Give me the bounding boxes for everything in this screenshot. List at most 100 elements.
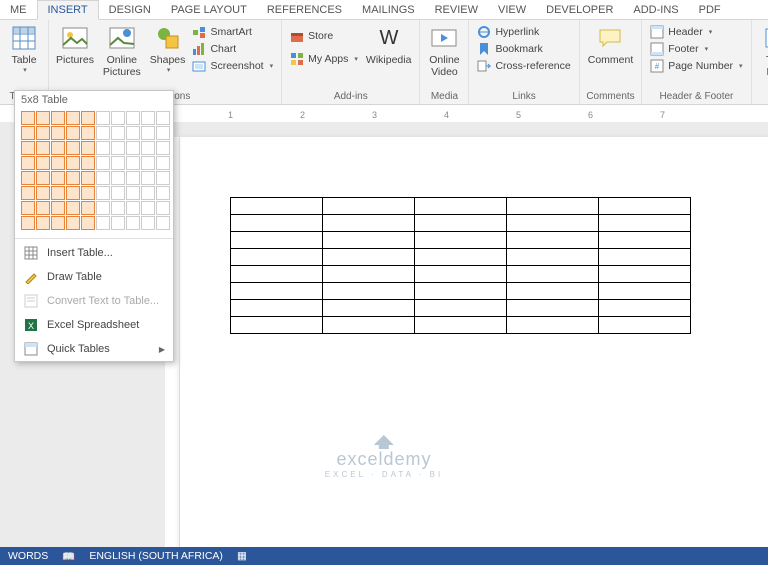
grid-cell[interactable]	[81, 186, 95, 200]
grid-cell[interactable]	[156, 186, 170, 200]
table-grid-selector[interactable]	[15, 109, 173, 236]
header-button[interactable]: Header	[646, 24, 746, 40]
word-count[interactable]: WORDS	[8, 550, 48, 562]
grid-cell[interactable]	[51, 111, 65, 125]
table-cell[interactable]	[415, 300, 507, 317]
grid-cell[interactable]	[36, 156, 50, 170]
table-cell[interactable]	[323, 249, 415, 266]
document-page[interactable]	[180, 137, 768, 547]
grid-cell[interactable]	[111, 201, 125, 215]
grid-cell[interactable]	[141, 126, 155, 140]
table-cell[interactable]	[599, 283, 691, 300]
tab-review[interactable]: REVIEW	[425, 1, 488, 19]
table-cell[interactable]	[231, 232, 323, 249]
table-cell[interactable]	[415, 317, 507, 334]
hyperlink-button[interactable]: Hyperlink	[473, 24, 574, 40]
tab-me[interactable]: ME	[0, 1, 37, 19]
table-cell[interactable]	[323, 283, 415, 300]
table-row[interactable]	[231, 198, 691, 215]
spell-check[interactable]: 📖	[62, 550, 75, 563]
quick-tables-menu[interactable]: Quick Tables▶	[15, 337, 173, 361]
table-cell[interactable]	[231, 215, 323, 232]
grid-cell[interactable]	[21, 126, 35, 140]
grid-cell[interactable]	[96, 141, 110, 155]
grid-cell[interactable]	[66, 141, 80, 155]
tab-design[interactable]: DESIGN	[99, 1, 161, 19]
grid-cell[interactable]	[141, 111, 155, 125]
grid-cell[interactable]	[96, 156, 110, 170]
table-cell[interactable]	[323, 266, 415, 283]
grid-cell[interactable]	[156, 156, 170, 170]
cross-reference-button[interactable]: Cross-reference	[473, 58, 574, 74]
grid-cell[interactable]	[156, 216, 170, 230]
insert-table-menu[interactable]: Insert Table...	[15, 241, 173, 265]
grid-cell[interactable]	[36, 201, 50, 215]
table-row[interactable]	[231, 249, 691, 266]
grid-cell[interactable]	[36, 186, 50, 200]
grid-cell[interactable]	[111, 216, 125, 230]
table-cell[interactable]	[507, 232, 599, 249]
table-row[interactable]	[231, 283, 691, 300]
grid-cell[interactable]	[141, 216, 155, 230]
table-cell[interactable]	[415, 232, 507, 249]
draw-table-menu[interactable]: Draw Table	[15, 265, 173, 289]
screenshot-button[interactable]: Screenshot	[188, 58, 277, 74]
grid-cell[interactable]	[156, 126, 170, 140]
grid-cell[interactable]	[51, 156, 65, 170]
grid-cell[interactable]	[141, 201, 155, 215]
table-cell[interactable]	[599, 300, 691, 317]
grid-cell[interactable]	[126, 126, 140, 140]
grid-cell[interactable]	[51, 201, 65, 215]
grid-cell[interactable]	[81, 156, 95, 170]
grid-cell[interactable]	[21, 141, 35, 155]
tab-view[interactable]: VIEW	[488, 1, 536, 19]
grid-cell[interactable]	[96, 186, 110, 200]
table-cell[interactable]	[599, 317, 691, 334]
table-cell[interactable]	[231, 198, 323, 215]
table-cell[interactable]	[599, 232, 691, 249]
grid-cell[interactable]	[111, 141, 125, 155]
chart-button[interactable]: Chart	[188, 41, 277, 57]
table-row[interactable]	[231, 215, 691, 232]
grid-cell[interactable]	[156, 201, 170, 215]
grid-cell[interactable]	[141, 171, 155, 185]
grid-cell[interactable]	[141, 156, 155, 170]
table-cell[interactable]	[599, 266, 691, 283]
grid-cell[interactable]	[141, 141, 155, 155]
grid-cell[interactable]	[126, 186, 140, 200]
grid-cell[interactable]	[36, 141, 50, 155]
grid-cell[interactable]	[21, 186, 35, 200]
text-box-button[interactable]: A Text Box	[756, 22, 768, 88]
table-cell[interactable]	[231, 317, 323, 334]
smartart-button[interactable]: SmartArt	[188, 24, 277, 40]
grid-cell[interactable]	[51, 186, 65, 200]
excel-spreadsheet-menu[interactable]: XExcel Spreadsheet	[15, 313, 173, 337]
document-table[interactable]	[230, 197, 691, 334]
grid-cell[interactable]	[96, 111, 110, 125]
table-cell[interactable]	[507, 215, 599, 232]
grid-cell[interactable]	[156, 141, 170, 155]
grid-cell[interactable]	[126, 111, 140, 125]
grid-cell[interactable]	[111, 171, 125, 185]
table-cell[interactable]	[231, 283, 323, 300]
grid-cell[interactable]	[36, 171, 50, 185]
grid-cell[interactable]	[66, 111, 80, 125]
grid-cell[interactable]	[66, 156, 80, 170]
table-cell[interactable]	[231, 300, 323, 317]
table-row[interactable]	[231, 317, 691, 334]
page-number-button[interactable]: #Page Number	[646, 58, 746, 74]
table-cell[interactable]	[415, 266, 507, 283]
tab-insert[interactable]: INSERT	[37, 0, 99, 20]
bookmark-button[interactable]: Bookmark	[473, 41, 574, 57]
grid-cell[interactable]	[51, 141, 65, 155]
grid-cell[interactable]	[111, 111, 125, 125]
grid-cell[interactable]	[21, 156, 35, 170]
table-cell[interactable]	[415, 283, 507, 300]
grid-cell[interactable]	[96, 216, 110, 230]
table-cell[interactable]	[323, 232, 415, 249]
grid-cell[interactable]	[66, 201, 80, 215]
table-cell[interactable]	[599, 249, 691, 266]
table-row[interactable]	[231, 232, 691, 249]
grid-cell[interactable]	[66, 171, 80, 185]
grid-cell[interactable]	[126, 201, 140, 215]
